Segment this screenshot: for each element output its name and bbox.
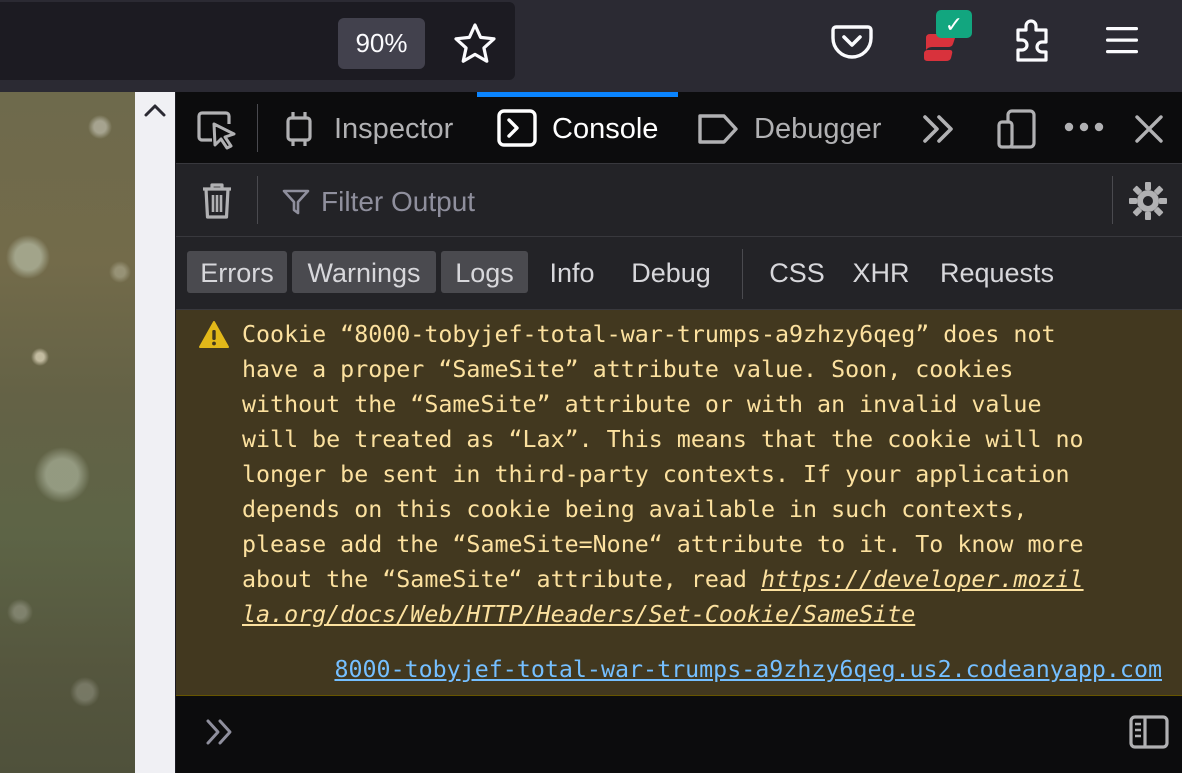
tab-debugger-label: Debugger — [754, 113, 882, 145]
filter-warnings-button[interactable]: Warnings — [292, 251, 436, 293]
warning-message-text: Cookie “8000-tobyjef-total-war-trumps-a9… — [242, 317, 1162, 632]
tab-debugger[interactable]: Debugger — [696, 92, 896, 164]
close-devtools-icon[interactable] — [1132, 112, 1166, 146]
browser-toolbar: 90% ✓ — [0, 0, 1182, 92]
settings-separator — [1112, 176, 1113, 224]
more-tools-chevron-icon[interactable] — [920, 112, 958, 146]
console-filter-bar: Filter Output — [176, 164, 1182, 237]
tab-console-label: Console — [552, 113, 659, 145]
console-settings-gear-icon[interactable] — [1128, 181, 1168, 221]
devtools-tab-bar: Inspector Console Debugger — [176, 92, 1182, 164]
samesite-docs-link-part1[interactable]: https://developer.mozil — [761, 566, 1084, 593]
warning-triangle-icon — [199, 321, 229, 348]
warning-line: about the “SameSite“ attribute, read — [242, 566, 761, 593]
filter-logs-button[interactable]: Logs — [441, 251, 528, 293]
tab-console[interactable]: Console — [494, 92, 674, 164]
console-prompt-chevron-icon — [206, 719, 232, 745]
inspector-icon — [286, 112, 312, 146]
message-source-link[interactable]: 8000-tobyjef-total-war-trumps-a9zhzy6qeg… — [334, 653, 1162, 687]
filter-requests-button[interactable]: Requests — [932, 251, 1062, 293]
scroll-up-arrow-icon[interactable] — [143, 100, 167, 120]
pocket-icon[interactable] — [830, 18, 874, 62]
extension-badge-icon[interactable]: ✓ — [918, 8, 978, 64]
hamburger-menu-icon[interactable] — [1100, 20, 1144, 60]
tab-separator — [257, 104, 258, 152]
console-warning-message: Cookie “8000-tobyjef-total-war-trumps-a9… — [176, 310, 1182, 696]
page-scrollbar[interactable] — [135, 92, 175, 773]
console-input[interactable] — [176, 696, 1182, 773]
filter-funnel-icon — [282, 189, 310, 215]
svg-text:✓: ✓ — [945, 13, 963, 38]
filter-css-button[interactable]: CSS — [764, 251, 830, 293]
clear-console-trash-icon[interactable] — [200, 181, 234, 221]
bookmark-star-icon[interactable] — [452, 21, 498, 67]
devtools-panel: Inspector Console Debugger Filter Output… — [176, 92, 1182, 773]
url-bar[interactable]: 90% — [0, 2, 515, 80]
filter-placeholder-text: Filter Output — [321, 186, 476, 217]
warning-line: will be treated as “Lax”. This means tha… — [242, 426, 1084, 453]
responsive-design-mode-icon[interactable] — [996, 108, 1038, 150]
tab-inspector-label: Inspector — [334, 113, 454, 145]
filter-xhr-button[interactable]: XHR — [846, 251, 916, 293]
page-content-image — [0, 92, 135, 773]
console-icon — [497, 109, 537, 147]
filter-debug-button[interactable]: Debug — [621, 251, 721, 293]
level-type-separator — [742, 249, 743, 299]
extensions-icon[interactable] — [1008, 16, 1058, 66]
warning-line: please add the “SameSite=None“ attribute… — [242, 531, 1084, 558]
warning-line: without the “SameSite” attribute or with… — [242, 391, 1042, 418]
warning-line: longer be sent in third-party contexts. … — [242, 461, 1070, 488]
debugger-icon — [698, 114, 738, 144]
more-options-icon[interactable] — [1062, 120, 1106, 134]
toggle-sidebar-icon[interactable] — [1128, 714, 1170, 750]
filter-info-button[interactable]: Info — [536, 251, 608, 293]
warning-line: have a proper “SameSite” attribute value… — [242, 356, 1014, 383]
filter-separator — [257, 176, 258, 224]
log-level-filter-bar: Errors Warnings Logs Info Debug CSS XHR … — [176, 237, 1182, 310]
filter-errors-button[interactable]: Errors — [187, 251, 287, 293]
tab-inspector[interactable]: Inspector — [276, 92, 466, 164]
warning-line: depends on this cookie being available i… — [242, 496, 1028, 523]
warning-line: Cookie “8000-tobyjef-total-war-trumps-a9… — [242, 321, 1056, 348]
zoom-level-button[interactable]: 90% — [338, 18, 425, 69]
samesite-docs-link-part2[interactable]: la.org/docs/Web/HTTP/Headers/Set-Cookie/… — [242, 601, 915, 628]
element-picker-icon[interactable] — [196, 110, 238, 150]
